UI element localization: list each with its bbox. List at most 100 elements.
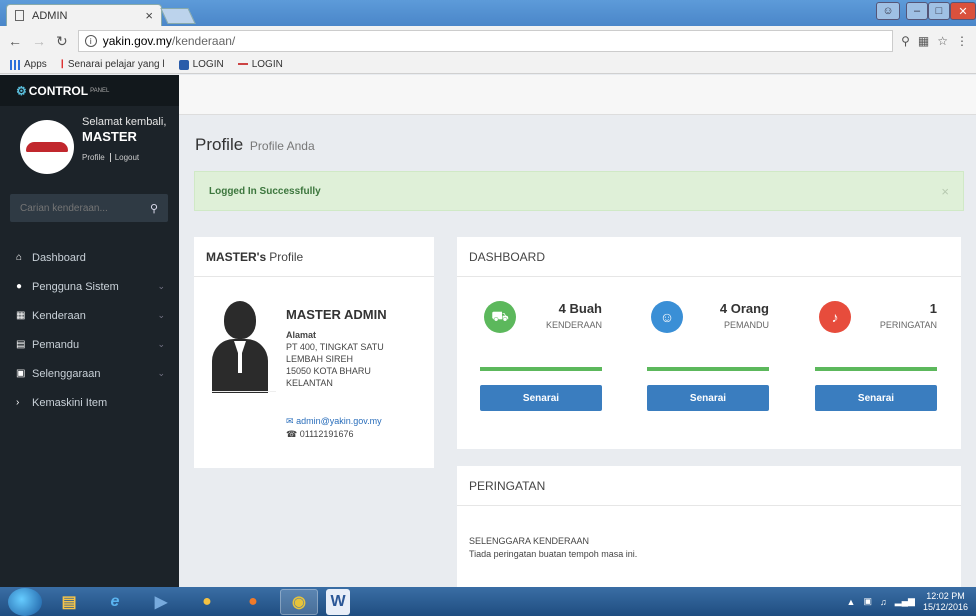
bell-icon: ♪ bbox=[819, 301, 851, 333]
firefox-icon[interactable]: ● bbox=[234, 589, 272, 615]
internet-explorer-icon[interactable]: e bbox=[96, 589, 134, 615]
driver-icon: ☺ bbox=[651, 301, 683, 333]
url-path: /kenderaan/ bbox=[171, 34, 236, 48]
dashboard-panel: DASHBOARD ⛟ 4 Buah KENDERAAN Senarai ☺ 4… bbox=[457, 237, 961, 449]
user-box: Selamat kembali, MASTER Profile Logout bbox=[0, 106, 179, 194]
menu-icon[interactable]: ⋮ bbox=[956, 34, 968, 48]
sidebar-item-pemandu[interactable]: ▤ Pemandu ⌄ bbox=[0, 330, 179, 359]
bookmark-senarai-pelajar[interactable]: ا Senarai pelajar yang l bbox=[61, 58, 165, 71]
vehicle-search-input[interactable] bbox=[20, 202, 150, 214]
back-arrow-icon[interactable]: ← bbox=[8, 33, 22, 49]
profile-email[interactable]: ✉ admin@yakin.gov.my bbox=[286, 416, 382, 427]
show-hidden-icons-icon[interactable]: ▲ bbox=[847, 597, 856, 607]
bookmark-login-2[interactable]: LOGIN bbox=[237, 59, 283, 70]
close-window-button[interactable]: ✕ bbox=[950, 2, 976, 20]
star-icon[interactable]: ☆ bbox=[937, 34, 948, 48]
person-avatar-icon bbox=[212, 301, 268, 393]
profile-phone: ☎ 01112191676 bbox=[286, 429, 354, 439]
card-progress-bar bbox=[815, 367, 937, 371]
dashboard-card-pemandu: ☺ 4 Orang PEMANDU Senarai bbox=[647, 293, 769, 415]
book-icon: ▤ bbox=[16, 339, 26, 350]
car-logo-icon bbox=[26, 142, 68, 152]
user-icon: ● bbox=[16, 281, 23, 292]
main-content: Profile Profile Anda Logged In Successfu… bbox=[179, 75, 976, 587]
url-input[interactable]: i yakin.gov.my/kenderaan/ bbox=[77, 30, 894, 52]
profile-panel: MASTER's Profile MASTER ADMIN Alamat PT 4… bbox=[194, 237, 434, 468]
address-bar: ← → ↻ i yakin.gov.my/kenderaan/ ⚲ ▦ ☆ ⋮ bbox=[0, 26, 976, 56]
card-progress-bar bbox=[480, 367, 602, 371]
page-subtitle: Profile Anda bbox=[249, 139, 315, 153]
network-icon[interactable]: ▣ bbox=[863, 596, 872, 607]
tools-icon: ▣ bbox=[16, 368, 26, 379]
info-icon[interactable]: i bbox=[84, 35, 97, 47]
minimize-button[interactable]: – bbox=[906, 2, 928, 20]
chevron-down-icon: ⌄ bbox=[157, 310, 165, 320]
document-icon bbox=[15, 10, 24, 21]
alert-close-icon[interactable]: × bbox=[941, 184, 949, 199]
warnings-heading: PERINGATAN bbox=[457, 466, 961, 506]
warning-description: Tiada peringatan buatan tempoh masa ini. bbox=[469, 549, 638, 559]
brand-logo[interactable]: ⚙ CONTROL PANEL bbox=[0, 75, 179, 106]
card-value: 4 Buah bbox=[558, 301, 602, 316]
volume-icon[interactable]: ♫ bbox=[880, 597, 887, 607]
dashboard-heading: DASHBOARD bbox=[457, 237, 961, 277]
home-icon: ⌂ bbox=[16, 252, 23, 263]
new-tab-button[interactable] bbox=[160, 8, 196, 24]
browser-tab[interactable]: ADMIN × bbox=[6, 4, 162, 26]
phone-icon: ☎ bbox=[286, 429, 298, 439]
bookmark-apps[interactable]: Apps bbox=[10, 59, 47, 70]
word-icon[interactable]: W bbox=[326, 588, 350, 615]
reload-icon[interactable]: ↻ bbox=[56, 33, 68, 50]
alert-message: Logged In Successfully bbox=[209, 185, 321, 197]
bookmark-login-1[interactable]: LOGIN bbox=[178, 59, 224, 70]
profile-panel-heading: MASTER's Profile bbox=[194, 237, 434, 277]
page-title: Profile Profile Anda bbox=[195, 135, 315, 154]
profile-name: MASTER ADMIN bbox=[286, 307, 387, 322]
tab-close-icon[interactable]: × bbox=[145, 8, 153, 23]
chevron-down-icon: ⌄ bbox=[157, 368, 165, 378]
senarai-peringatan-button[interactable]: Senarai bbox=[815, 385, 937, 411]
senarai-pemandu-button[interactable]: Senarai bbox=[647, 385, 769, 411]
top-bar bbox=[179, 75, 976, 115]
chrome-icon[interactable]: ◉ bbox=[280, 588, 318, 615]
search-icon[interactable]: ⚲ bbox=[150, 202, 158, 215]
clock[interactable]: 12:02 PM 15/12/2016 bbox=[923, 591, 968, 613]
signal-icon[interactable]: ▂▄▆ bbox=[895, 596, 915, 607]
browser-tabstrip: ADMIN × ☺ – □ ✕ bbox=[0, 0, 976, 26]
sidebar-item-pengguna-sistem[interactable]: ● Pengguna Sistem ⌄ bbox=[0, 272, 179, 301]
start-button[interactable] bbox=[8, 587, 42, 616]
avatar bbox=[20, 120, 74, 174]
gears-icon: ⚙ bbox=[16, 83, 27, 98]
card-label: KENDERAAN bbox=[545, 320, 602, 330]
address-text: PT 400, TINGKAT SATU LEMBAH SIREH 15050 … bbox=[286, 342, 384, 388]
chevron-right-icon: › bbox=[16, 397, 20, 408]
sidebar-item-kenderaan[interactable]: ▦ Kenderaan ⌄ bbox=[0, 301, 179, 330]
success-alert: Logged In Successfully × bbox=[194, 171, 964, 211]
sidebar-item-kemaskini-item[interactable]: › Kemaskini Item bbox=[0, 388, 179, 417]
warning-title: SELENGGARA KENDERAAN bbox=[469, 536, 590, 546]
profile-icon[interactable]: ☺ bbox=[876, 2, 900, 20]
username: MASTER bbox=[82, 129, 137, 144]
profile-link[interactable]: Profile bbox=[82, 153, 105, 162]
dashboard-card-kenderaan: ⛟ 4 Buah KENDERAAN Senarai bbox=[480, 293, 602, 415]
tab-title: ADMIN bbox=[32, 9, 68, 22]
card-value: 1 bbox=[929, 301, 937, 316]
senarai-kenderaan-button[interactable]: Senarai bbox=[480, 385, 602, 411]
paint-icon[interactable]: ● bbox=[188, 589, 226, 615]
translate-icon[interactable]: ▦ bbox=[918, 34, 929, 48]
bookmarks-bar: Apps ا Senarai pelajar yang l LOGIN LOGIN bbox=[0, 56, 976, 74]
welcome-text: Selamat kembali, bbox=[82, 116, 167, 128]
apps-grid-icon bbox=[10, 59, 20, 70]
sidebar-item-dashboard[interactable]: ⌂ Dashboard bbox=[0, 243, 179, 272]
url-host: yakin.gov.my bbox=[102, 34, 172, 48]
media-player-icon[interactable]: ▶ bbox=[142, 589, 180, 615]
sidebar-item-selenggaraan[interactable]: ▣ Selenggaraan ⌄ bbox=[0, 359, 179, 388]
vehicle-search: ⚲ bbox=[10, 194, 168, 222]
key-icon[interactable]: ⚲ bbox=[901, 34, 910, 48]
forward-arrow-icon[interactable]: → bbox=[32, 33, 46, 49]
logout-link[interactable]: Logout bbox=[115, 153, 139, 162]
maximize-button[interactable]: □ bbox=[928, 2, 950, 20]
truck-icon: ⛟ bbox=[484, 301, 516, 333]
dashboard-card-peringatan: ♪ 1 PERINGATAN Senarai bbox=[815, 293, 937, 415]
file-explorer-icon[interactable]: ▤ bbox=[50, 589, 88, 615]
